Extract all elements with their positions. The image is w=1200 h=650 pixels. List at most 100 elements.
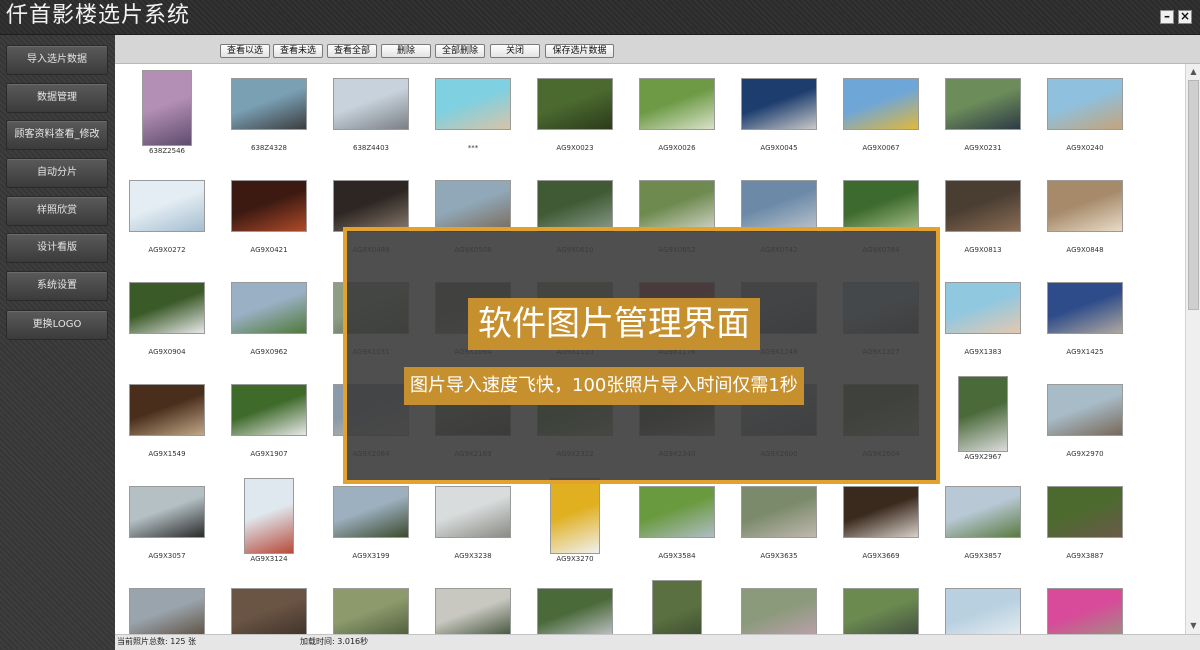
vertical-scrollbar[interactable]: ▲ ▼ bbox=[1185, 64, 1200, 634]
photo-thumbnail[interactable]: AG9X1549 bbox=[127, 372, 207, 470]
photo-thumbnail[interactable]: AG9X3057 bbox=[127, 474, 207, 572]
close-icon: × bbox=[1179, 9, 1191, 23]
photo-thumbnail[interactable]: 638Z4403 bbox=[331, 66, 411, 164]
photo-thumbnail[interactable]: AG9X3857 bbox=[943, 474, 1023, 572]
photo-image bbox=[639, 78, 715, 130]
photo-image bbox=[435, 180, 511, 232]
scroll-up-icon[interactable]: ▲ bbox=[1188, 66, 1199, 78]
photo-thumbnail[interactable]: AG9X3669 bbox=[841, 474, 921, 572]
photo-filename: AG9X0962 bbox=[250, 348, 288, 356]
close-window-button[interactable]: × bbox=[1178, 10, 1192, 24]
minimize-button[interactable]: – bbox=[1160, 10, 1174, 24]
sidebar-item-customer[interactable]: 顾客资料查看_修改 bbox=[6, 120, 108, 150]
photo-image bbox=[435, 486, 511, 538]
photo-thumbnail[interactable]: 638Z2546 bbox=[127, 66, 207, 164]
sidebar-item-data-manage[interactable]: 数据管理 bbox=[6, 83, 108, 113]
sidebar-item-change-logo[interactable]: 更换LOGO bbox=[6, 310, 108, 340]
photo-thumbnail[interactable]: AG9X0848 bbox=[1045, 168, 1125, 266]
scroll-thumb[interactable] bbox=[1188, 80, 1199, 310]
photo-thumbnail[interactable]: AG9X0240 bbox=[1045, 66, 1125, 164]
photo-thumbnail[interactable]: AG9X3238 bbox=[433, 474, 513, 572]
app-title: 仟首影楼选片系统 bbox=[6, 3, 191, 28]
photo-thumbnail[interactable] bbox=[841, 576, 921, 634]
photo-image bbox=[333, 588, 409, 634]
photo-thumbnail[interactable] bbox=[229, 576, 309, 634]
photo-thumbnail[interactable]: AG9X0067 bbox=[841, 66, 921, 164]
photo-filename: AG9X0231 bbox=[964, 144, 1002, 152]
photo-image bbox=[231, 180, 307, 232]
photo-thumbnail[interactable]: AG9X3270 bbox=[535, 474, 615, 572]
photo-thumbnail[interactable] bbox=[943, 576, 1023, 634]
photo-image bbox=[741, 180, 817, 232]
photo-filename: AG9X0272 bbox=[148, 246, 186, 254]
view-selected-button[interactable]: 查看以选 bbox=[220, 44, 270, 58]
photo-thumbnail[interactable]: AG9X3635 bbox=[739, 474, 819, 572]
sidebar-item-auto-split[interactable]: 自动分片 bbox=[6, 158, 108, 188]
photo-thumbnail[interactable]: AG9X0962 bbox=[229, 270, 309, 368]
status-bar: 当前照片总数: 125 张 加载时间: 3.016秒 bbox=[115, 634, 1200, 650]
photo-thumbnail[interactable]: AG9X0904 bbox=[127, 270, 207, 368]
photo-filename: AG9X2970 bbox=[1066, 450, 1104, 458]
photo-thumbnail[interactable]: AG9X0026 bbox=[637, 66, 717, 164]
photo-image bbox=[129, 486, 205, 538]
photo-thumbnail[interactable]: AG9X0023 bbox=[535, 66, 615, 164]
photo-thumbnail[interactable] bbox=[127, 576, 207, 634]
view-unselected-button[interactable]: 查看未选 bbox=[273, 44, 323, 58]
photo-image bbox=[142, 70, 192, 146]
photo-thumbnail[interactable] bbox=[637, 576, 717, 634]
photo-image bbox=[639, 486, 715, 538]
toolbar: 查看以选 查看未选 查看全部 删除 全部删除 关闭 保存选片数据 bbox=[115, 35, 1200, 64]
photo-thumbnail[interactable]: *** bbox=[433, 66, 513, 164]
photo-filename: AG9X3124 bbox=[250, 555, 288, 563]
photo-thumbnail[interactable] bbox=[535, 576, 615, 634]
photo-thumbnail[interactable] bbox=[739, 576, 819, 634]
photo-thumbnail[interactable]: AG9X2967 bbox=[943, 372, 1023, 470]
photo-image bbox=[639, 180, 715, 232]
save-selection-button[interactable]: 保存选片数据 bbox=[545, 44, 614, 58]
delete-button[interactable]: 删除 bbox=[381, 44, 431, 58]
photo-thumbnail[interactable]: AG9X3584 bbox=[637, 474, 717, 572]
photo-thumbnail[interactable]: AG9X0231 bbox=[943, 66, 1023, 164]
photo-thumbnail[interactable]: AG9X1425 bbox=[1045, 270, 1125, 368]
photo-thumbnail[interactable]: AG9X3124 bbox=[229, 474, 309, 572]
sidebar-item-settings[interactable]: 系统设置 bbox=[6, 271, 108, 301]
photo-thumbnail[interactable] bbox=[433, 576, 513, 634]
photo-filename: AG9X0026 bbox=[658, 144, 696, 152]
photo-filename: AG9X0067 bbox=[862, 144, 900, 152]
sidebar-item-design-board[interactable]: 设计看版 bbox=[6, 233, 108, 263]
photo-image bbox=[550, 478, 600, 554]
photo-thumbnail[interactable]: AG9X0045 bbox=[739, 66, 819, 164]
sidebar-item-samples[interactable]: 样照欣赏 bbox=[6, 196, 108, 226]
sidebar: 导入选片数据 数据管理 顾客资料查看_修改 自动分片 样照欣赏 设计看版 系统设… bbox=[0, 35, 115, 649]
photo-thumbnail[interactable]: AG9X0813 bbox=[943, 168, 1023, 266]
delete-all-button[interactable]: 全部删除 bbox=[435, 44, 485, 58]
photo-image bbox=[333, 180, 409, 232]
title-bar: 仟首影楼选片系统 – × bbox=[0, 0, 1200, 35]
photo-image bbox=[741, 588, 817, 634]
photo-thumbnail[interactable]: 638Z4328 bbox=[229, 66, 309, 164]
photo-thumbnail[interactable] bbox=[1045, 576, 1125, 634]
photo-filename: AG9X3057 bbox=[148, 552, 186, 560]
photo-image bbox=[244, 478, 294, 554]
photo-thumbnail[interactable] bbox=[331, 576, 411, 634]
photo-image bbox=[1047, 384, 1123, 436]
photo-filename: AG9X1907 bbox=[250, 450, 288, 458]
photo-image bbox=[333, 78, 409, 130]
photo-image bbox=[129, 384, 205, 436]
photo-filename: AG9X1425 bbox=[1066, 348, 1104, 356]
close-button[interactable]: 关闭 bbox=[490, 44, 540, 58]
promo-overlay: 软件图片管理界面 图片导入速度飞快，100张照片导入时间仅需1秒 bbox=[343, 227, 940, 484]
photo-thumbnail[interactable]: AG9X0421 bbox=[229, 168, 309, 266]
photo-thumbnail[interactable]: AG9X3887 bbox=[1045, 474, 1125, 572]
sidebar-item-import[interactable]: 导入选片数据 bbox=[6, 45, 108, 75]
scroll-down-icon[interactable]: ▼ bbox=[1188, 620, 1199, 632]
photo-thumbnail[interactable]: AG9X2970 bbox=[1045, 372, 1125, 470]
photo-thumbnail[interactable]: AG9X1383 bbox=[943, 270, 1023, 368]
photo-thumbnail[interactable]: AG9X3199 bbox=[331, 474, 411, 572]
photo-thumbnail[interactable]: AG9X1907 bbox=[229, 372, 309, 470]
view-all-button[interactable]: 查看全部 bbox=[327, 44, 377, 58]
photo-thumbnail[interactable]: AG9X0272 bbox=[127, 168, 207, 266]
photo-filename: AG9X0023 bbox=[556, 144, 594, 152]
photo-count-text: 当前照片总数: 125 张 bbox=[117, 637, 197, 646]
promo-title: 软件图片管理界面 bbox=[468, 298, 760, 350]
